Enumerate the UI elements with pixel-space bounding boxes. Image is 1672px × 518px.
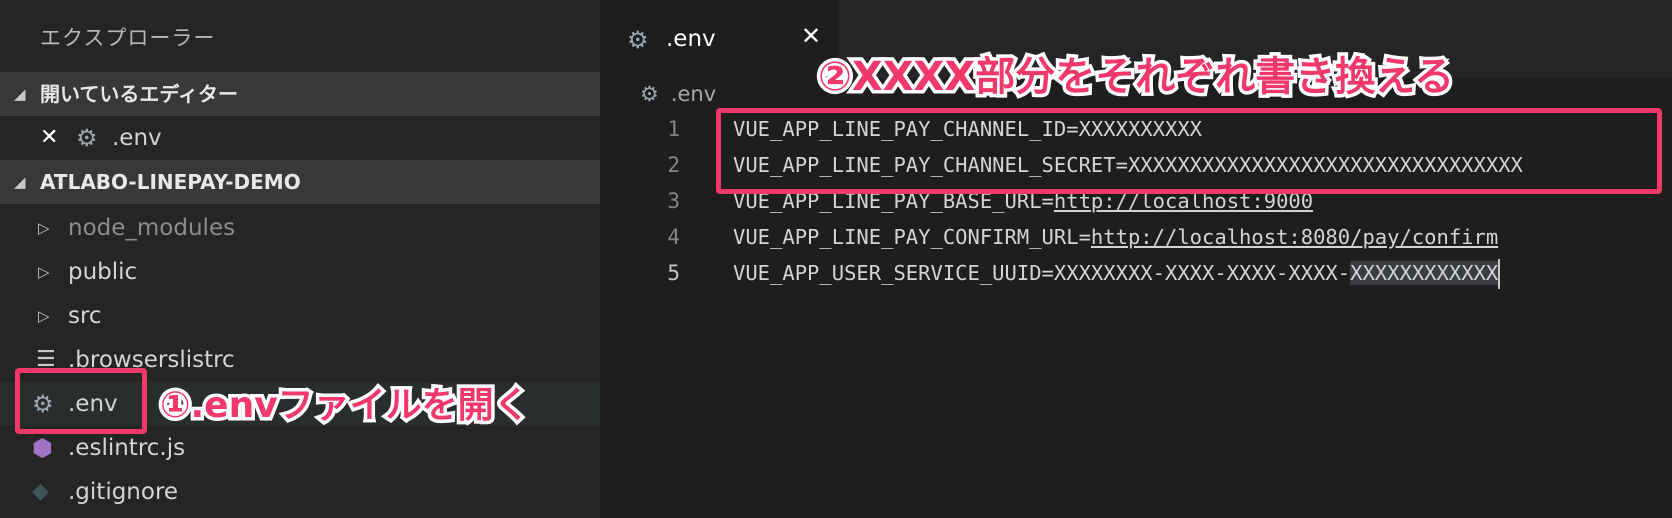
open-editors-label: 開いているエディター — [40, 82, 238, 106]
line-number: 1 — [667, 117, 680, 141]
project-header[interactable]: ◢ ATLABO-LINEPAY-DEMO — [0, 160, 600, 204]
line-number: 2 — [667, 153, 680, 177]
git-icon: ◆ — [32, 479, 49, 504]
open-editor-item-env[interactable]: ✕ ⚙ .env — [0, 116, 600, 160]
line-number: 5 — [667, 261, 680, 285]
annotation-box-env-file — [15, 368, 147, 434]
project-label: ATLABO-LINEPAY-DEMO — [40, 170, 301, 194]
tree-item-label: .gitignore — [68, 479, 179, 505]
env-key: VUE_APP_USER_SERVICE_UUID=XXXXXXXX-XXXX-… — [733, 261, 1351, 285]
code-line[interactable]: 5 VUE_APP_USER_SERVICE_UUID=XXXXXXXX-XXX… — [600, 255, 1672, 291]
annotation-step1: ①.envファイルを開く — [157, 382, 534, 430]
breadcrumb[interactable]: ⚙ .env — [640, 82, 716, 106]
explorer-title: エクスプローラー — [40, 26, 216, 50]
line-number: 3 — [667, 189, 680, 213]
env-key: VUE_APP_LINE_PAY_CONFIRM_URL= — [733, 225, 1091, 249]
tree-item-src[interactable]: ▷ src — [0, 294, 600, 338]
code-line[interactable]: 4 VUE_APP_LINE_PAY_CONFIRM_URL=http://lo… — [600, 219, 1672, 255]
tree-item-gitignore[interactable]: ◆ .gitignore — [0, 470, 600, 514]
chevron-right-icon: ▷ — [38, 307, 50, 325]
breadcrumb-label: .env — [670, 82, 717, 106]
annotation-step2: ②XXXX部分をそれぞれ書き換える — [814, 51, 1457, 104]
tab-env[interactable]: ⚙ .env ✕ — [600, 0, 838, 78]
tree-item-label: src — [68, 303, 102, 329]
open-editors-header[interactable]: ◢ 開いているエディター — [0, 72, 600, 116]
annotation-box-code — [716, 108, 1662, 194]
gear-icon: ⚙ — [627, 26, 649, 54]
chevron-right-icon: ▷ — [38, 219, 50, 237]
gear-icon: ⚙ — [76, 124, 98, 152]
line-text: VUE_APP_LINE_PAY_CONFIRM_URL=http://loca… — [733, 219, 1498, 255]
text-cursor — [1498, 259, 1501, 289]
selected-text: XXXXXXXXXXXX — [1350, 261, 1499, 285]
tab-label: .env — [666, 26, 716, 52]
chevron-right-icon: ▷ — [38, 263, 50, 281]
tree-item-node-modules[interactable]: ▷ node_modules — [0, 206, 600, 250]
explorer-sidebar: エクスプローラー ◢ 開いているエディター ✕ ⚙ .env ◢ ATLABO-… — [0, 0, 600, 518]
line-number: 4 — [667, 225, 680, 249]
close-icon[interactable]: ✕ — [40, 116, 58, 160]
tree-item-label: public — [68, 259, 138, 285]
url-link[interactable]: http://localhost:8080/pay/confirm — [1091, 225, 1498, 249]
gear-icon: ⚙ — [640, 82, 659, 106]
open-editor-label: .env — [112, 125, 162, 151]
line-text: VUE_APP_USER_SERVICE_UUID=XXXXXXXX-XXXX-… — [733, 255, 1501, 291]
tree-item-public[interactable]: ▷ public — [0, 250, 600, 294]
collapse-triangle-icon: ◢ — [14, 173, 26, 191]
tree-item-label: node_modules — [68, 215, 236, 241]
collapse-triangle-icon: ◢ — [14, 85, 26, 103]
